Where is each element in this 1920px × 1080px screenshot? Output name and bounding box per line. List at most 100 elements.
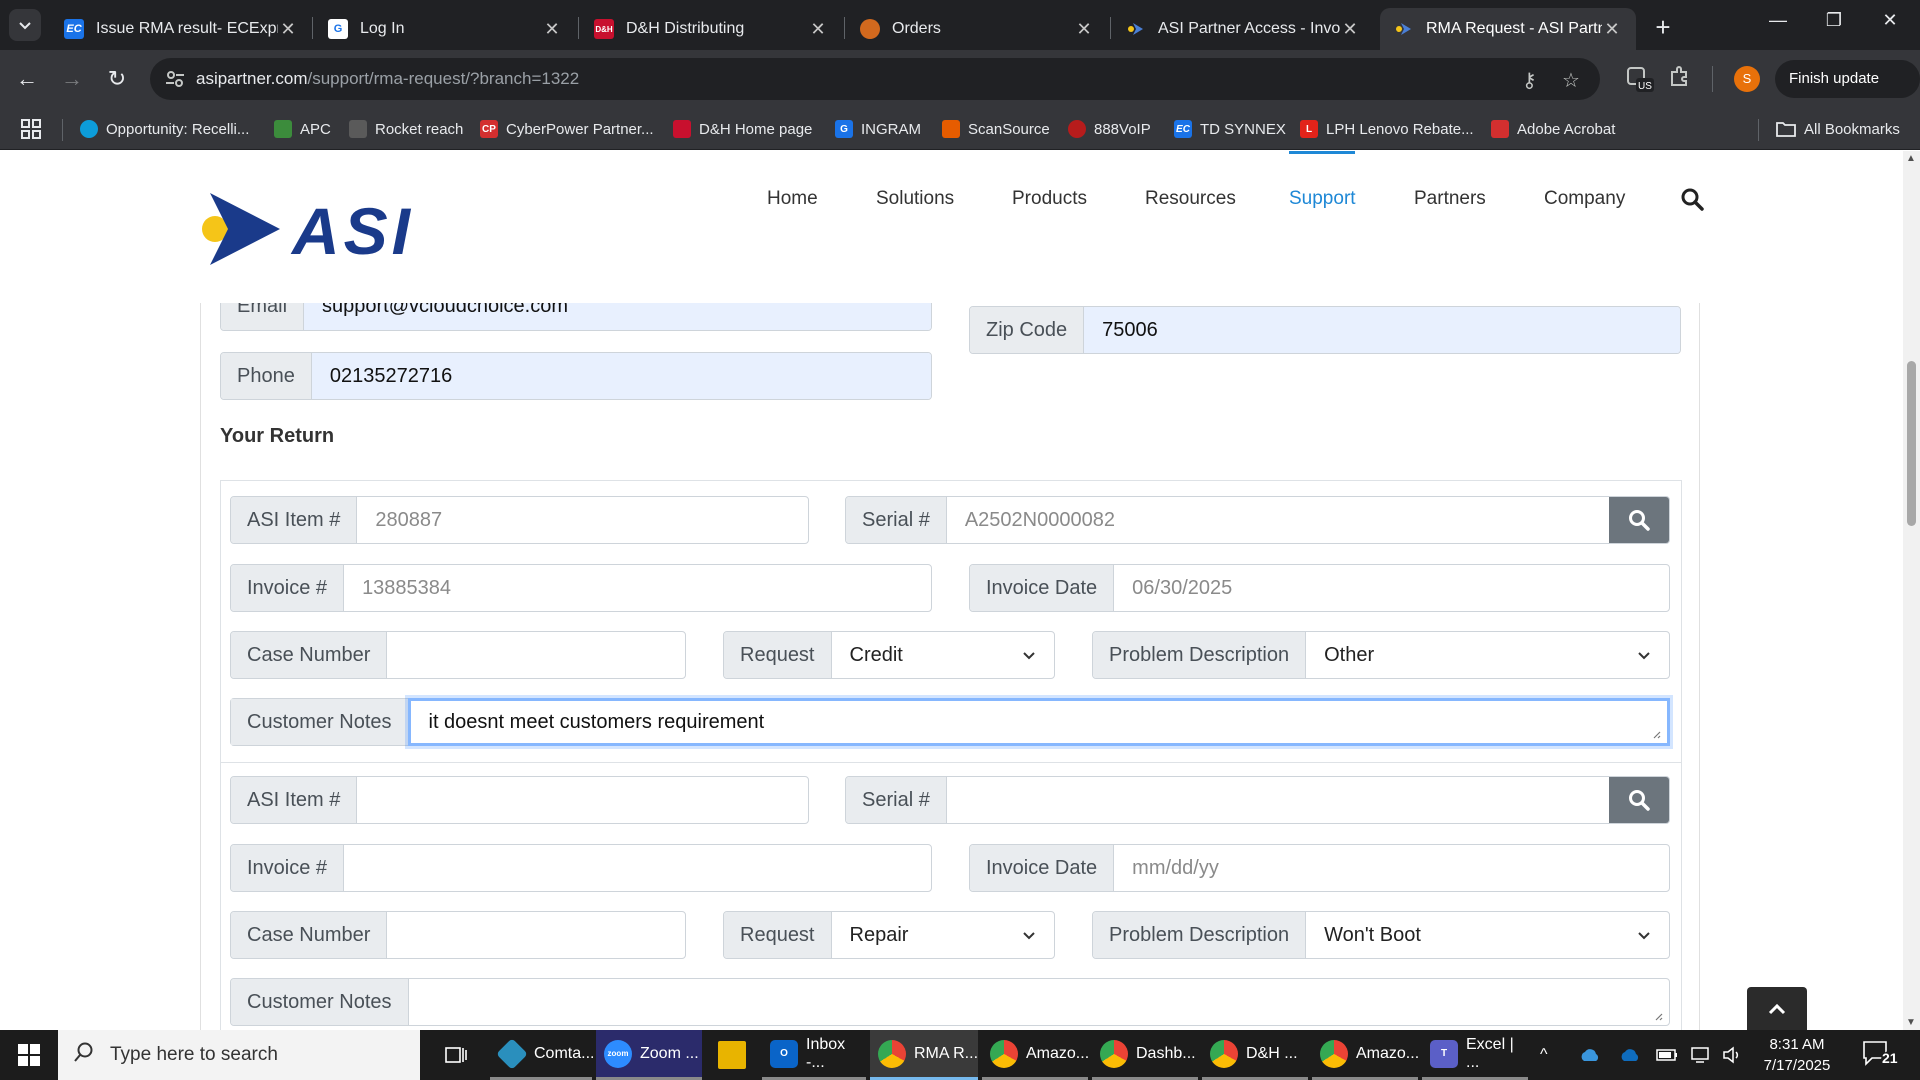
bookmark-rocket-reach[interactable]: Rocket reach (349, 108, 463, 150)
nav-support[interactable]: Support (1289, 188, 1356, 210)
taskbar-app-outlook[interactable]: O Inbox -... (762, 1030, 866, 1080)
search-icon[interactable] (1680, 187, 1704, 211)
asi-logo[interactable]: ASI (198, 189, 438, 269)
taskbar-app-file-explorer[interactable] (710, 1030, 760, 1080)
problem-description-select[interactable]: Won't Boot (1306, 912, 1669, 958)
taskbar-app-comta[interactable]: Comta... (490, 1030, 594, 1080)
forward-arrow-icon[interactable]: → (57, 64, 87, 94)
case-number-field[interactable] (387, 912, 685, 958)
customer-notes-textarea[interactable] (409, 979, 1670, 1025)
browser-tab-4[interactable]: Orders ✕ (846, 8, 1108, 50)
restore-icon[interactable]: ❐ (1814, 10, 1854, 31)
bookmark-scansource[interactable]: ScanSource (942, 108, 1050, 150)
close-icon[interactable]: ✕ (1074, 19, 1094, 40)
close-icon[interactable]: ✕ (542, 19, 562, 40)
asi-item-field[interactable]: 280887 (357, 497, 808, 543)
extension-vpn-icon[interactable]: US (1624, 64, 1654, 100)
invoice-date-field[interactable]: mm/dd/yy (1114, 845, 1669, 891)
nav-products[interactable]: Products (1012, 188, 1087, 210)
taskbar-app-chrome-dashboard[interactable]: Dashb... (1092, 1030, 1198, 1080)
bookmark-opportunity[interactable]: Opportunity: Recelli... (80, 108, 249, 150)
bookmark-star-icon[interactable]: ☆ (1562, 68, 1580, 93)
extensions-puzzle-icon[interactable] (1668, 64, 1692, 94)
request-select[interactable]: Credit (832, 632, 1055, 678)
scroll-down-arrow-icon[interactable]: ▼ (1906, 1017, 1916, 1028)
browser-tab-active[interactable]: RMA Request - ASI Partner ✕ (1380, 8, 1636, 50)
bookmark-adobe-acrobat[interactable]: Adobe Acrobat (1491, 108, 1615, 150)
notifications-button[interactable]: 21 (1862, 1040, 1902, 1070)
nav-resources[interactable]: Resources (1145, 188, 1236, 210)
invoice-date-field[interactable]: 06/30/2025 (1114, 565, 1669, 611)
browser-tab-3[interactable]: D&H D&H Distributing ✕ (580, 8, 842, 50)
bookmark-cyberpower[interactable]: CP CyberPower Partner... (480, 108, 654, 150)
system-clock[interactable]: 8:31 AM 7/17/2025 (1752, 1034, 1842, 1076)
scrollbar-thumb[interactable] (1907, 361, 1916, 526)
nav-partners[interactable]: Partners (1414, 188, 1486, 210)
taskbar-app-chrome-amazon-2[interactable]: Amazo... (1312, 1030, 1419, 1080)
minimize-icon[interactable]: — (1758, 10, 1798, 31)
task-view-button[interactable] (436, 1030, 482, 1080)
new-tab-button[interactable]: + (1650, 12, 1676, 43)
taskbar-app-teams-excel[interactable]: T Excel | ... (1422, 1030, 1528, 1080)
taskbar-app-chrome-amazon[interactable]: Amazo... (982, 1030, 1089, 1080)
close-window-icon[interactable]: ✕ (1870, 10, 1910, 31)
address-bar[interactable]: asipartner.com/support/rma-request/?bran… (150, 58, 1600, 100)
browser-tab-2[interactable]: G Log In ✕ (314, 8, 576, 50)
zip-code-field[interactable]: 75006 (1084, 307, 1680, 353)
serial-search-button[interactable] (1609, 777, 1669, 823)
nav-solutions[interactable]: Solutions (876, 188, 954, 210)
bookmark-apc[interactable]: APC (274, 108, 331, 150)
serial-field[interactable]: A2502N0000082 (947, 497, 1609, 543)
asi-item-field[interactable] (357, 777, 808, 823)
taskbar-search-placeholder: Type here to search (110, 1044, 278, 1065)
close-icon[interactable]: ✕ (278, 19, 298, 40)
password-key-icon[interactable]: ⚷ (1522, 68, 1537, 93)
taskbar-app-chrome-rma[interactable]: RMA R... (870, 1030, 978, 1080)
site-settings-icon[interactable] (164, 68, 186, 90)
onedrive-cloud-icon[interactable] (1578, 1030, 1602, 1080)
start-button[interactable] (0, 1030, 58, 1080)
back-to-top-button[interactable] (1747, 987, 1807, 1030)
network-icon[interactable] (1690, 1030, 1712, 1080)
taskbar-app-zoom[interactable]: zoom Zoom ... (596, 1030, 702, 1080)
phone-field[interactable]: 02135272716 (311, 353, 931, 399)
browser-tab-5[interactable]: ASI Partner Access - Invoic ✕ (1112, 8, 1374, 50)
battery-icon[interactable] (1656, 1030, 1678, 1080)
invoice-field[interactable] (344, 845, 931, 891)
customer-notes-textarea[interactable]: it doesnt meet customers requirement (407, 698, 1670, 746)
taskbar-app-chrome-dh[interactable]: D&H ... (1202, 1030, 1308, 1080)
close-icon[interactable]: ✕ (1340, 19, 1360, 40)
resize-handle-icon[interactable] (1651, 729, 1661, 739)
close-icon[interactable]: ✕ (1602, 19, 1622, 40)
serial-search-button[interactable] (1609, 497, 1669, 543)
back-arrow-icon[interactable]: ← (12, 64, 42, 94)
close-icon[interactable]: ✕ (808, 19, 828, 40)
case-number-field[interactable] (387, 632, 685, 678)
request-label: Request (724, 632, 832, 678)
onedrive-business-cloud-icon[interactable] (1618, 1030, 1642, 1080)
invoice-field[interactable]: 13885384 (344, 565, 931, 611)
tab-search-button[interactable] (9, 9, 41, 41)
profile-avatar[interactable]: S (1734, 66, 1760, 92)
resize-handle-icon[interactable] (1653, 1011, 1663, 1021)
finish-update-button[interactable]: Finish update ⋮ (1775, 60, 1920, 125)
page-scrollbar[interactable]: ▲ ▼ (1903, 151, 1920, 1030)
bookmark-ingram[interactable]: G INGRAM (835, 108, 921, 150)
volume-icon[interactable] (1722, 1030, 1744, 1080)
bookmark-dh-home[interactable]: D&H Home page (673, 108, 812, 150)
bookmark-888voip[interactable]: 888VoIP (1068, 108, 1151, 150)
nav-company[interactable]: Company (1544, 188, 1625, 210)
scroll-up-arrow-icon[interactable]: ▲ (1906, 153, 1916, 164)
all-bookmarks-button[interactable]: All Bookmarks (1776, 108, 1900, 150)
show-hidden-icons-chevron-up-icon[interactable]: ^ (1540, 1030, 1548, 1080)
serial-field[interactable] (947, 777, 1609, 823)
reload-icon[interactable]: ↻ (102, 64, 132, 94)
apps-grid-icon[interactable] (20, 108, 42, 150)
request-select[interactable]: Repair (832, 912, 1055, 958)
taskbar-search-box[interactable]: Type here to search (58, 1030, 420, 1080)
problem-description-select[interactable]: Other (1306, 632, 1669, 678)
nav-home[interactable]: Home (767, 188, 818, 210)
bookmark-lph-lenovo[interactable]: L LPH Lenovo Rebate... (1300, 108, 1474, 150)
bookmark-td-synnex[interactable]: EC TD SYNNEX (1174, 108, 1286, 150)
browser-tab-1[interactable]: EC Issue RMA result- ECExpre ✕ (50, 8, 312, 50)
